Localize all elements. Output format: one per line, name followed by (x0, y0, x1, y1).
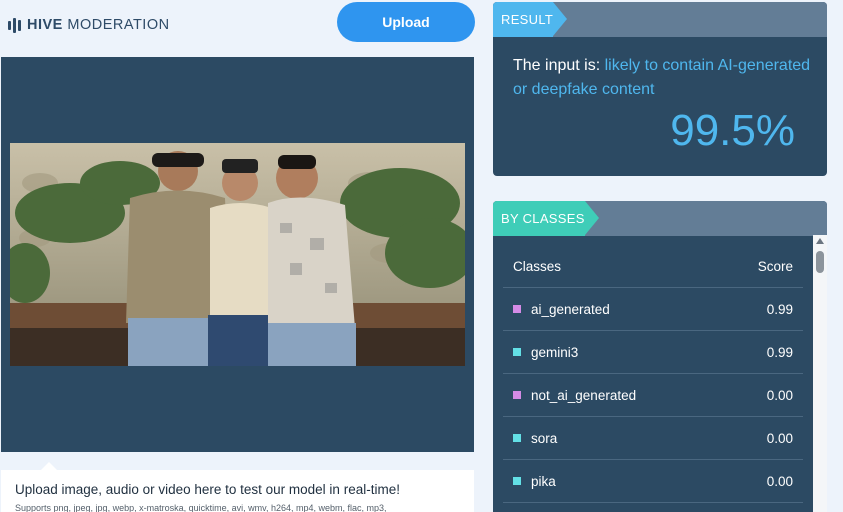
hive-logo-icon (8, 17, 21, 33)
table-row: sora 0.00 (503, 417, 803, 460)
class-score: 0.99 (766, 301, 793, 317)
class-name: not_ai_generated (531, 387, 637, 403)
result-header: RESULT (493, 2, 827, 37)
column-header-classes: Classes (513, 258, 562, 274)
class-name: gemini3 (531, 344, 579, 360)
class-color-swatch (513, 348, 521, 356)
column-header-score: Score (757, 258, 793, 274)
upload-button[interactable]: Upload (337, 2, 475, 42)
table-row: ai_generated 0.99 (503, 288, 803, 331)
class-name: ai_generated (531, 301, 610, 317)
uploaded-image (10, 143, 465, 366)
class-score: 0.99 (766, 344, 793, 360)
logo-wordmark: HIVE MODERATION (27, 17, 170, 33)
class-name: pika (531, 473, 556, 489)
class-color-swatch (513, 391, 521, 399)
classes-card: BY CLASSES Classes Score ai_generated 0.… (493, 201, 827, 512)
result-statement: The input is: likely to contain AI-gener… (513, 54, 813, 102)
class-score: 0.00 (766, 430, 793, 446)
result-tag: RESULT (493, 2, 567, 37)
classes-scrollbar[interactable] (813, 235, 827, 512)
instructions-title: Upload image, audio or video here to tes… (15, 482, 400, 497)
result-card: RESULT The input is: likely to contain A… (493, 2, 827, 176)
classes-table: Classes Score ai_generated 0.99 gemini3 … (503, 245, 803, 503)
table-row: not_ai_generated 0.00 (503, 374, 803, 417)
class-name: sora (531, 430, 558, 446)
class-color-swatch (513, 434, 521, 442)
table-row: pika 0.00 (503, 460, 803, 503)
class-score: 0.00 (766, 387, 793, 403)
result-prefix: The input is: (513, 57, 605, 74)
supported-formats: Supports png, jpeg, jpg, webp, x-matrosk… (15, 503, 387, 512)
result-percentage: 99.5% (670, 106, 795, 155)
classes-tag: BY CLASSES (493, 201, 599, 236)
scroll-thumb[interactable] (816, 251, 824, 273)
classes-header: BY CLASSES (493, 201, 827, 236)
logo-light-text: MODERATION (67, 17, 170, 33)
logo-bold-text: HIVE (27, 17, 63, 33)
instructions-caret (41, 462, 57, 470)
upload-instructions: Upload image, audio or video here to tes… (1, 462, 474, 512)
class-color-swatch (513, 305, 521, 313)
classes-table-header: Classes Score (503, 245, 803, 288)
hive-logo[interactable]: HIVE MODERATION (8, 17, 170, 33)
table-row: gemini3 0.99 (503, 331, 803, 374)
class-color-swatch (513, 477, 521, 485)
class-score: 0.00 (766, 473, 793, 489)
scroll-up-arrow-icon[interactable] (816, 238, 824, 244)
